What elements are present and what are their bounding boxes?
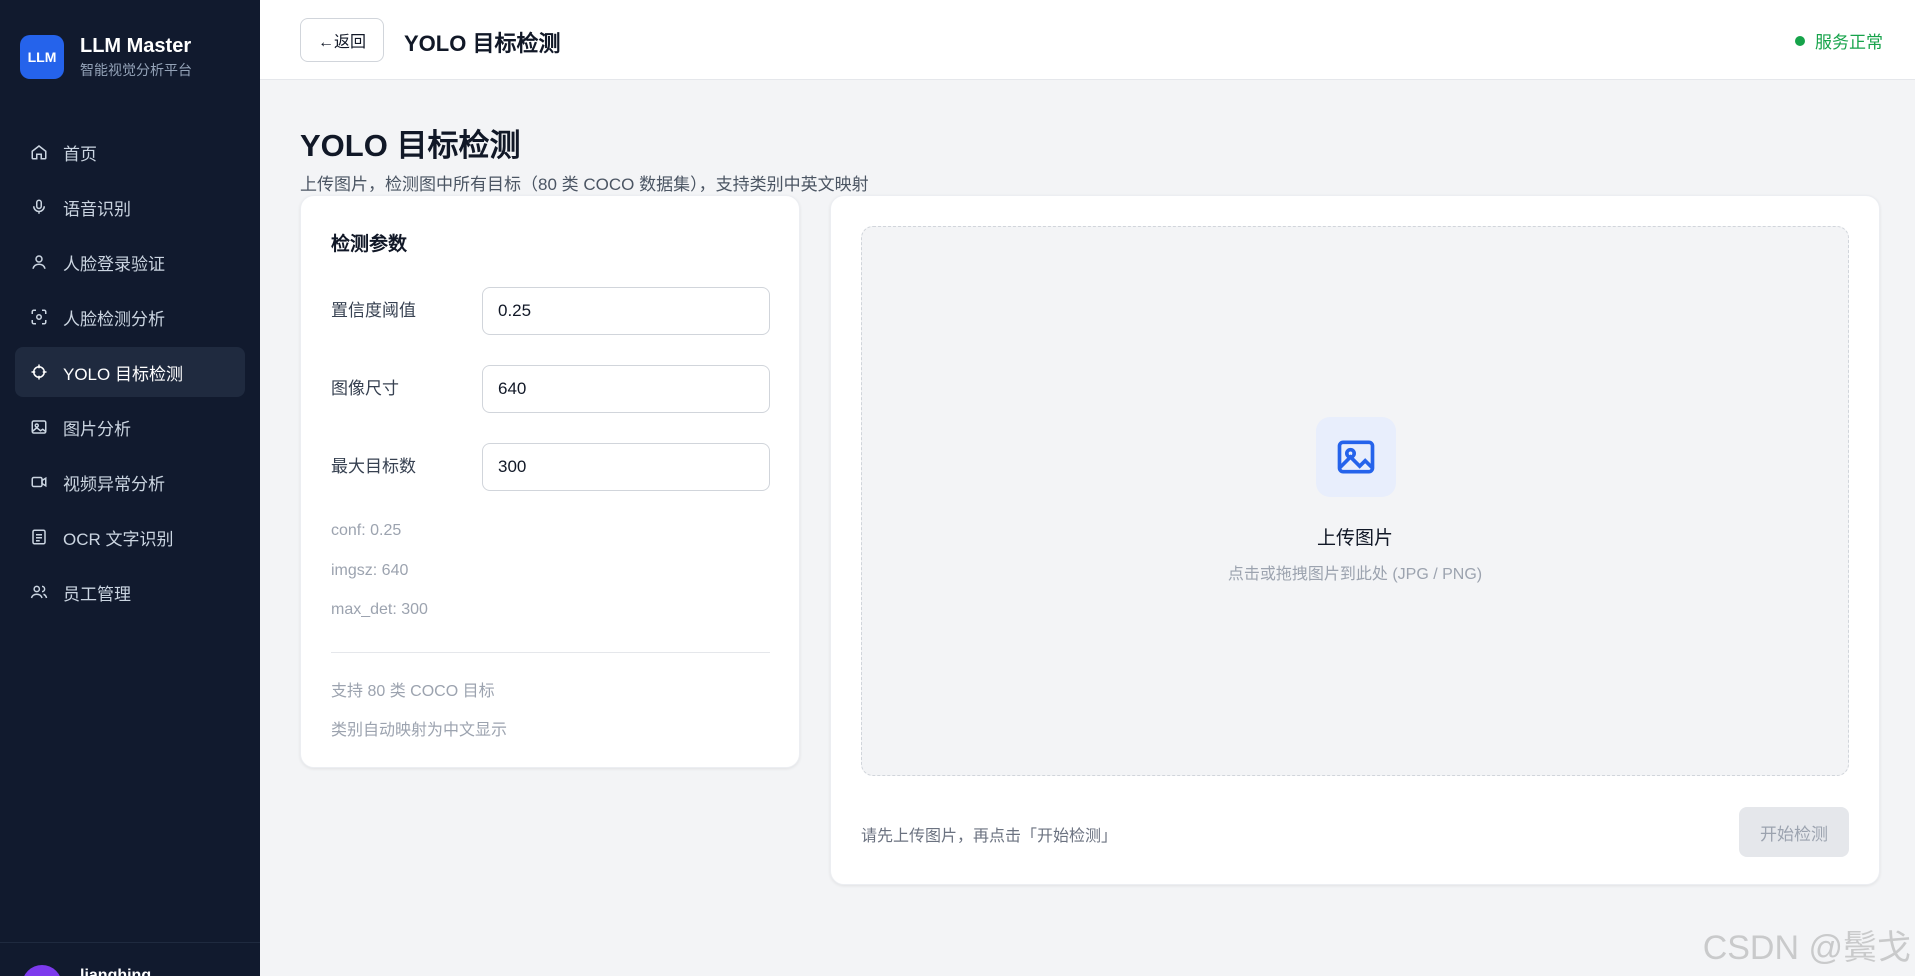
confidence-label: 置信度阈值 bbox=[331, 301, 416, 320]
upload-card: 上传图片 点击或拖拽图片到此处 (JPG / PNG) 请先上传图片，再点击「开… bbox=[830, 195, 1880, 885]
avatar bbox=[22, 965, 62, 976]
sidebar-item-image-analysis[interactable]: 图片分析 bbox=[15, 402, 245, 452]
top-bar-title: YOLO 目标检测 bbox=[404, 31, 561, 56]
upload-hint: 请先上传图片，再点击「开始检测」 bbox=[861, 828, 1118, 845]
sidebar-item-label: 视频异常分析 bbox=[63, 474, 165, 494]
sidebar-item-label: 首页 bbox=[63, 144, 97, 164]
user-name: lianghing bbox=[80, 967, 152, 976]
sidebar-item-label: 员工管理 bbox=[63, 584, 131, 604]
sidebar-item-label: OCR 文字识别 bbox=[63, 529, 174, 549]
divider bbox=[331, 652, 770, 653]
params-heading: 检测参数 bbox=[331, 234, 408, 255]
image-size-input[interactable] bbox=[482, 365, 770, 413]
sidebar-user[interactable]: lianghing bbox=[0, 942, 260, 976]
brand-subtitle: 智能视觉分析平台 bbox=[80, 62, 192, 78]
sidebar-item-staff[interactable]: 员工管理 bbox=[15, 567, 245, 617]
max-det-input[interactable] bbox=[482, 443, 770, 491]
brand-text: LLM Master 智能视觉分析平台 bbox=[80, 34, 192, 80]
video-icon bbox=[31, 476, 47, 488]
face-scan-icon bbox=[31, 309, 47, 325]
top-bar: ←返回 YOLO 目标检测 服务正常 bbox=[260, 0, 1915, 80]
sidebar-item-ocr[interactable]: OCR 文字识别 bbox=[15, 512, 245, 562]
back-button[interactable]: ←返回 bbox=[300, 18, 384, 62]
sidebar: LLM LLM Master 智能视觉分析平台 首页 语音识别 人脸登录验证 人… bbox=[0, 0, 260, 976]
sidebar-item-face-login[interactable]: 人脸登录验证 bbox=[15, 237, 245, 287]
confidence-input[interactable] bbox=[482, 287, 770, 335]
sidebar-item-label: YOLO 目标检测 bbox=[63, 364, 183, 384]
microphone-icon bbox=[33, 199, 45, 214]
brand-title: LLM Master bbox=[80, 35, 192, 57]
page-title: YOLO 目标检测 bbox=[300, 128, 521, 163]
document-icon bbox=[32, 529, 46, 545]
params-card: 检测参数 置信度阈值 图像尺寸 最大目标数 conf: 0.25 imgsz: … bbox=[300, 195, 800, 768]
sidebar-item-yolo[interactable]: YOLO 目标检测 bbox=[15, 347, 245, 397]
sidebar-item-label: 人脸检测分析 bbox=[63, 309, 165, 329]
max-det-label: 最大目标数 bbox=[331, 457, 416, 476]
home-icon bbox=[31, 145, 47, 160]
sidebar-item-label: 语音识别 bbox=[63, 199, 131, 219]
upload-dropzone[interactable]: 上传图片 点击或拖拽图片到此处 (JPG / PNG) bbox=[861, 226, 1849, 776]
brand-logo: LLM bbox=[20, 35, 64, 79]
sidebar-item-speech[interactable]: 语音识别 bbox=[15, 182, 245, 232]
sidebar-item-home[interactable]: 首页 bbox=[15, 127, 245, 177]
upload-subtitle: 点击或拖拽图片到此处 (JPG / PNG) bbox=[1227, 566, 1483, 583]
image-icon bbox=[31, 420, 47, 434]
watermark: CSDN @鬓戈 bbox=[1702, 929, 1911, 967]
sidebar-item-video-analysis[interactable]: 视频异常分析 bbox=[15, 457, 245, 507]
sidebar-item-label: 人脸登录验证 bbox=[63, 254, 165, 274]
brand[interactable]: LLM LLM Master 智能视觉分析平台 bbox=[20, 34, 192, 80]
upload-title: 上传图片 bbox=[1316, 528, 1393, 549]
crosshair-icon bbox=[31, 364, 47, 380]
sidebar-item-face-detect[interactable]: 人脸检测分析 bbox=[15, 292, 245, 342]
users-icon bbox=[30, 585, 48, 599]
note-mapping: 类别自动映射为中文显示 bbox=[331, 722, 508, 739]
sidebar-item-label: 图片分析 bbox=[63, 419, 131, 439]
sidebar-nav: 首页 语音识别 人脸登录验证 人脸检测分析 YOLO 目标检测 图片分析 视频异… bbox=[15, 127, 245, 622]
image-size-label: 图像尺寸 bbox=[331, 379, 399, 398]
note-coco: 支持 80 类 COCO 目标 bbox=[331, 683, 495, 700]
image-upload-icon bbox=[1316, 417, 1396, 497]
summary-conf: conf: 0.25 bbox=[331, 522, 402, 539]
summary-max-det: max_det: 300 bbox=[331, 601, 428, 618]
page-subtitle: 上传图片，检测图中所有目标（80 类 COCO 数据集），支持类别中英文映射 bbox=[300, 175, 869, 194]
start-detect-button[interactable]: 开始检测 bbox=[1739, 807, 1849, 857]
status-indicator: 服务正常 bbox=[1795, 28, 1883, 53]
user-icon bbox=[32, 255, 46, 269]
status-dot-icon bbox=[1795, 35, 1805, 46]
summary-imgsz: imgsz: 640 bbox=[331, 562, 409, 579]
status-text: 服务正常 bbox=[1815, 33, 1883, 52]
